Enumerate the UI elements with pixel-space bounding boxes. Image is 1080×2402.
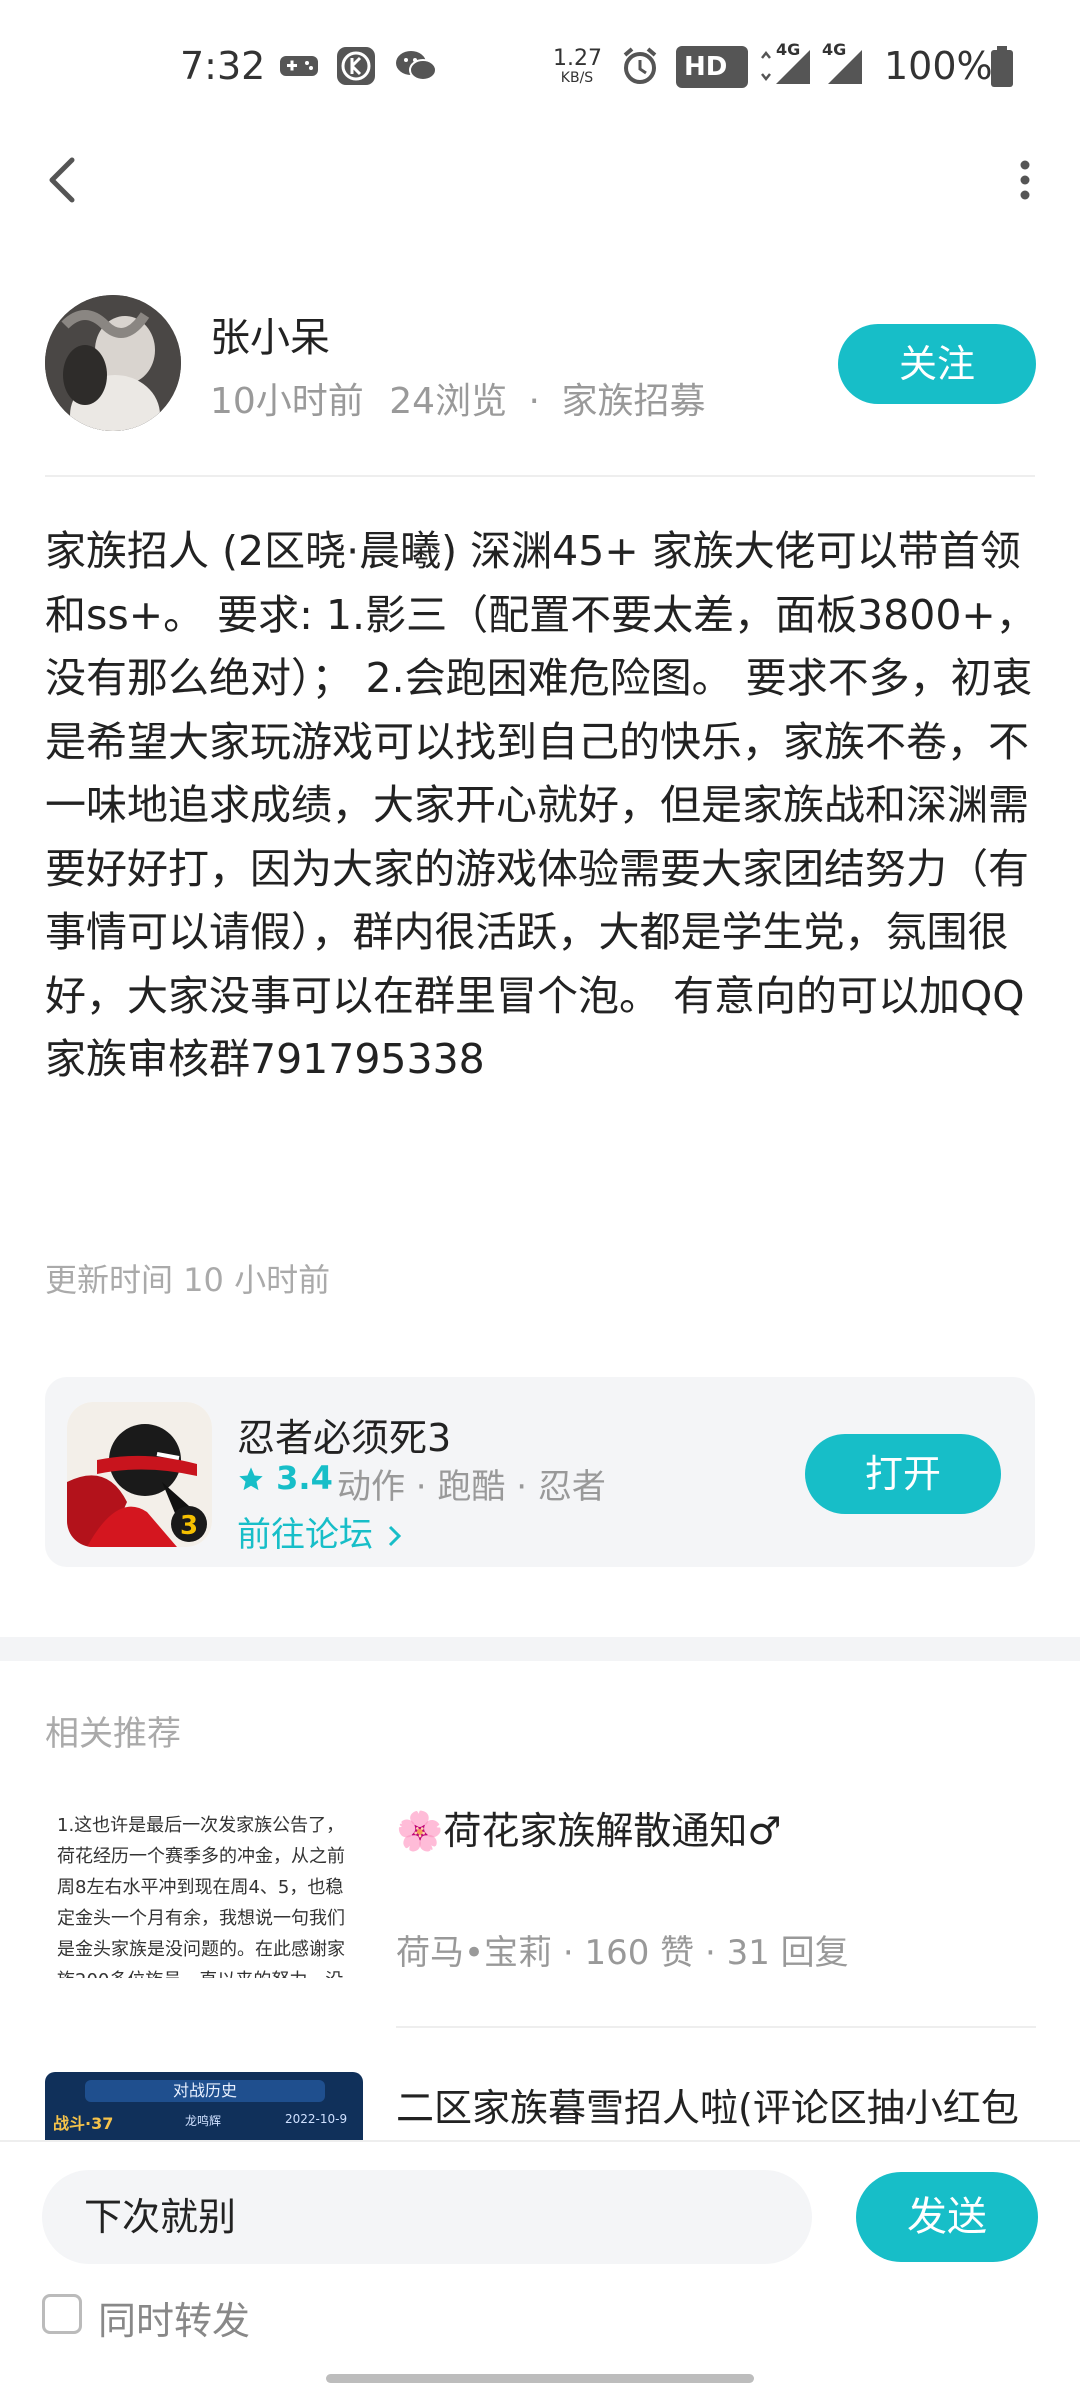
battery-icon — [991, 46, 1013, 87]
post-content: 家族招人 (2区晓·晨曦) 深渊45+ 家族大佬可以带首领和ss+。 要求: 1… — [45, 527, 1037, 1083]
updated-time: 更新时间 10 小时前 — [45, 1261, 331, 1299]
game-card[interactable]: 3 忍者必须死3 3.4 动作 · 跑酷 · 忍者 前往论坛 打开 — [45, 1377, 1035, 1567]
avatar-image — [45, 295, 181, 431]
net-speed-unit: KB/S — [560, 70, 594, 86]
thumbnail-row-left: 战斗·37 — [53, 2114, 114, 2133]
related-thumbnail-2[interactable]: 对战历史 战斗·37 龙鸣辉 2022-10-9 — [45, 2072, 363, 2140]
divider — [396, 2026, 1036, 2028]
thumbnail-row-mid: 龙鸣辉 — [185, 2114, 222, 2128]
sim2-label: 4G — [822, 40, 847, 59]
comment-bar: 下次就别 发送 同时转发 — [0, 2140, 1080, 2402]
section-gap — [0, 1637, 1080, 1661]
game-icon: 3 — [67, 1402, 212, 1547]
ninja-game-icon: 3 — [67, 1402, 212, 1547]
forum-link-label: 前往论坛 — [237, 1515, 373, 1555]
battery-percent: 100% — [884, 44, 993, 88]
related-post-meta-1: 荷马•宝莉 · 160 赞 · 31 回复 — [396, 1933, 849, 1973]
game-icon-badge: 3 — [180, 1511, 198, 1541]
status-bar: 7:32 1.27 KB/S HD 4G 4G 100% — [0, 0, 1080, 130]
view-count: 24浏览 — [389, 381, 508, 422]
chevron-right-icon — [388, 1525, 401, 1547]
post-time: 10小时前 — [210, 381, 364, 422]
thumbnail-row-right: 2022-10-9 — [285, 2112, 348, 2126]
sim1-label: 4G — [776, 40, 801, 59]
divider — [45, 475, 1035, 477]
related-thumbnail-1[interactable]: 1.这也许是最后一次发家族公告了，荷花经历一个赛季多的冲金，从之前周8左右水平冲… — [45, 1800, 363, 1978]
wechat-icon — [396, 51, 437, 81]
game-rating: 3.4 — [237, 1459, 333, 1497]
repost-label[interactable]: 同时转发 — [98, 2290, 250, 2345]
alarm-icon — [623, 47, 657, 84]
related-post-title-2[interactable]: 二区家族暮雪招人啦(评论区抽小红包 — [396, 2077, 1019, 2132]
thumbnail-header: 对战历史 — [85, 2080, 325, 2102]
repost-checkbox[interactable] — [42, 2294, 82, 2334]
app-k-icon — [337, 47, 375, 85]
avatar[interactable] — [45, 295, 181, 431]
net-speed-value: 1.27 — [553, 46, 602, 71]
net-speed: 1.27 KB/S — [553, 46, 602, 87]
post-category[interactable]: 家族招募 — [561, 381, 705, 422]
game-tags: 动作 · 跑酷 · 忍者 — [337, 1467, 606, 1507]
forum-link[interactable]: 前往论坛 — [237, 1507, 406, 1556]
more-options-icon[interactable] — [1010, 155, 1040, 205]
related-section-title: 相关推荐 — [45, 1714, 181, 1754]
open-game-button[interactable]: 打开 — [805, 1434, 1001, 1514]
author-meta: 10小时前 24浏览 · 家族招募 — [210, 372, 705, 424]
send-button[interactable]: 发送 — [856, 2172, 1038, 2262]
related-post-title-1[interactable]: 🌸荷花家族解散通知♂ — [396, 1800, 781, 1855]
game-title: 忍者必须死3 — [237, 1416, 452, 1460]
meta-separator: · — [528, 381, 540, 422]
hd-label: HD — [684, 52, 728, 82]
home-indicator[interactable] — [326, 2374, 754, 2383]
related-thumbnail-text: 1.这也许是最后一次发家族公告了，荷花经历一个赛季多的冲金，从之前周8左右水平冲… — [57, 1815, 345, 1978]
comment-input[interactable]: 下次就别 — [42, 2170, 812, 2264]
author-name[interactable]: 张小呆 — [210, 305, 330, 363]
back-arrow-icon[interactable] — [40, 150, 90, 210]
follow-button[interactable]: 关注 — [838, 324, 1036, 404]
game-rating-value: 3.4 — [276, 1459, 333, 1497]
hd-badge: HD — [676, 46, 748, 88]
status-time: 7:32 — [180, 44, 266, 88]
star-icon — [239, 1467, 263, 1491]
gamepad-icon — [280, 56, 318, 76]
